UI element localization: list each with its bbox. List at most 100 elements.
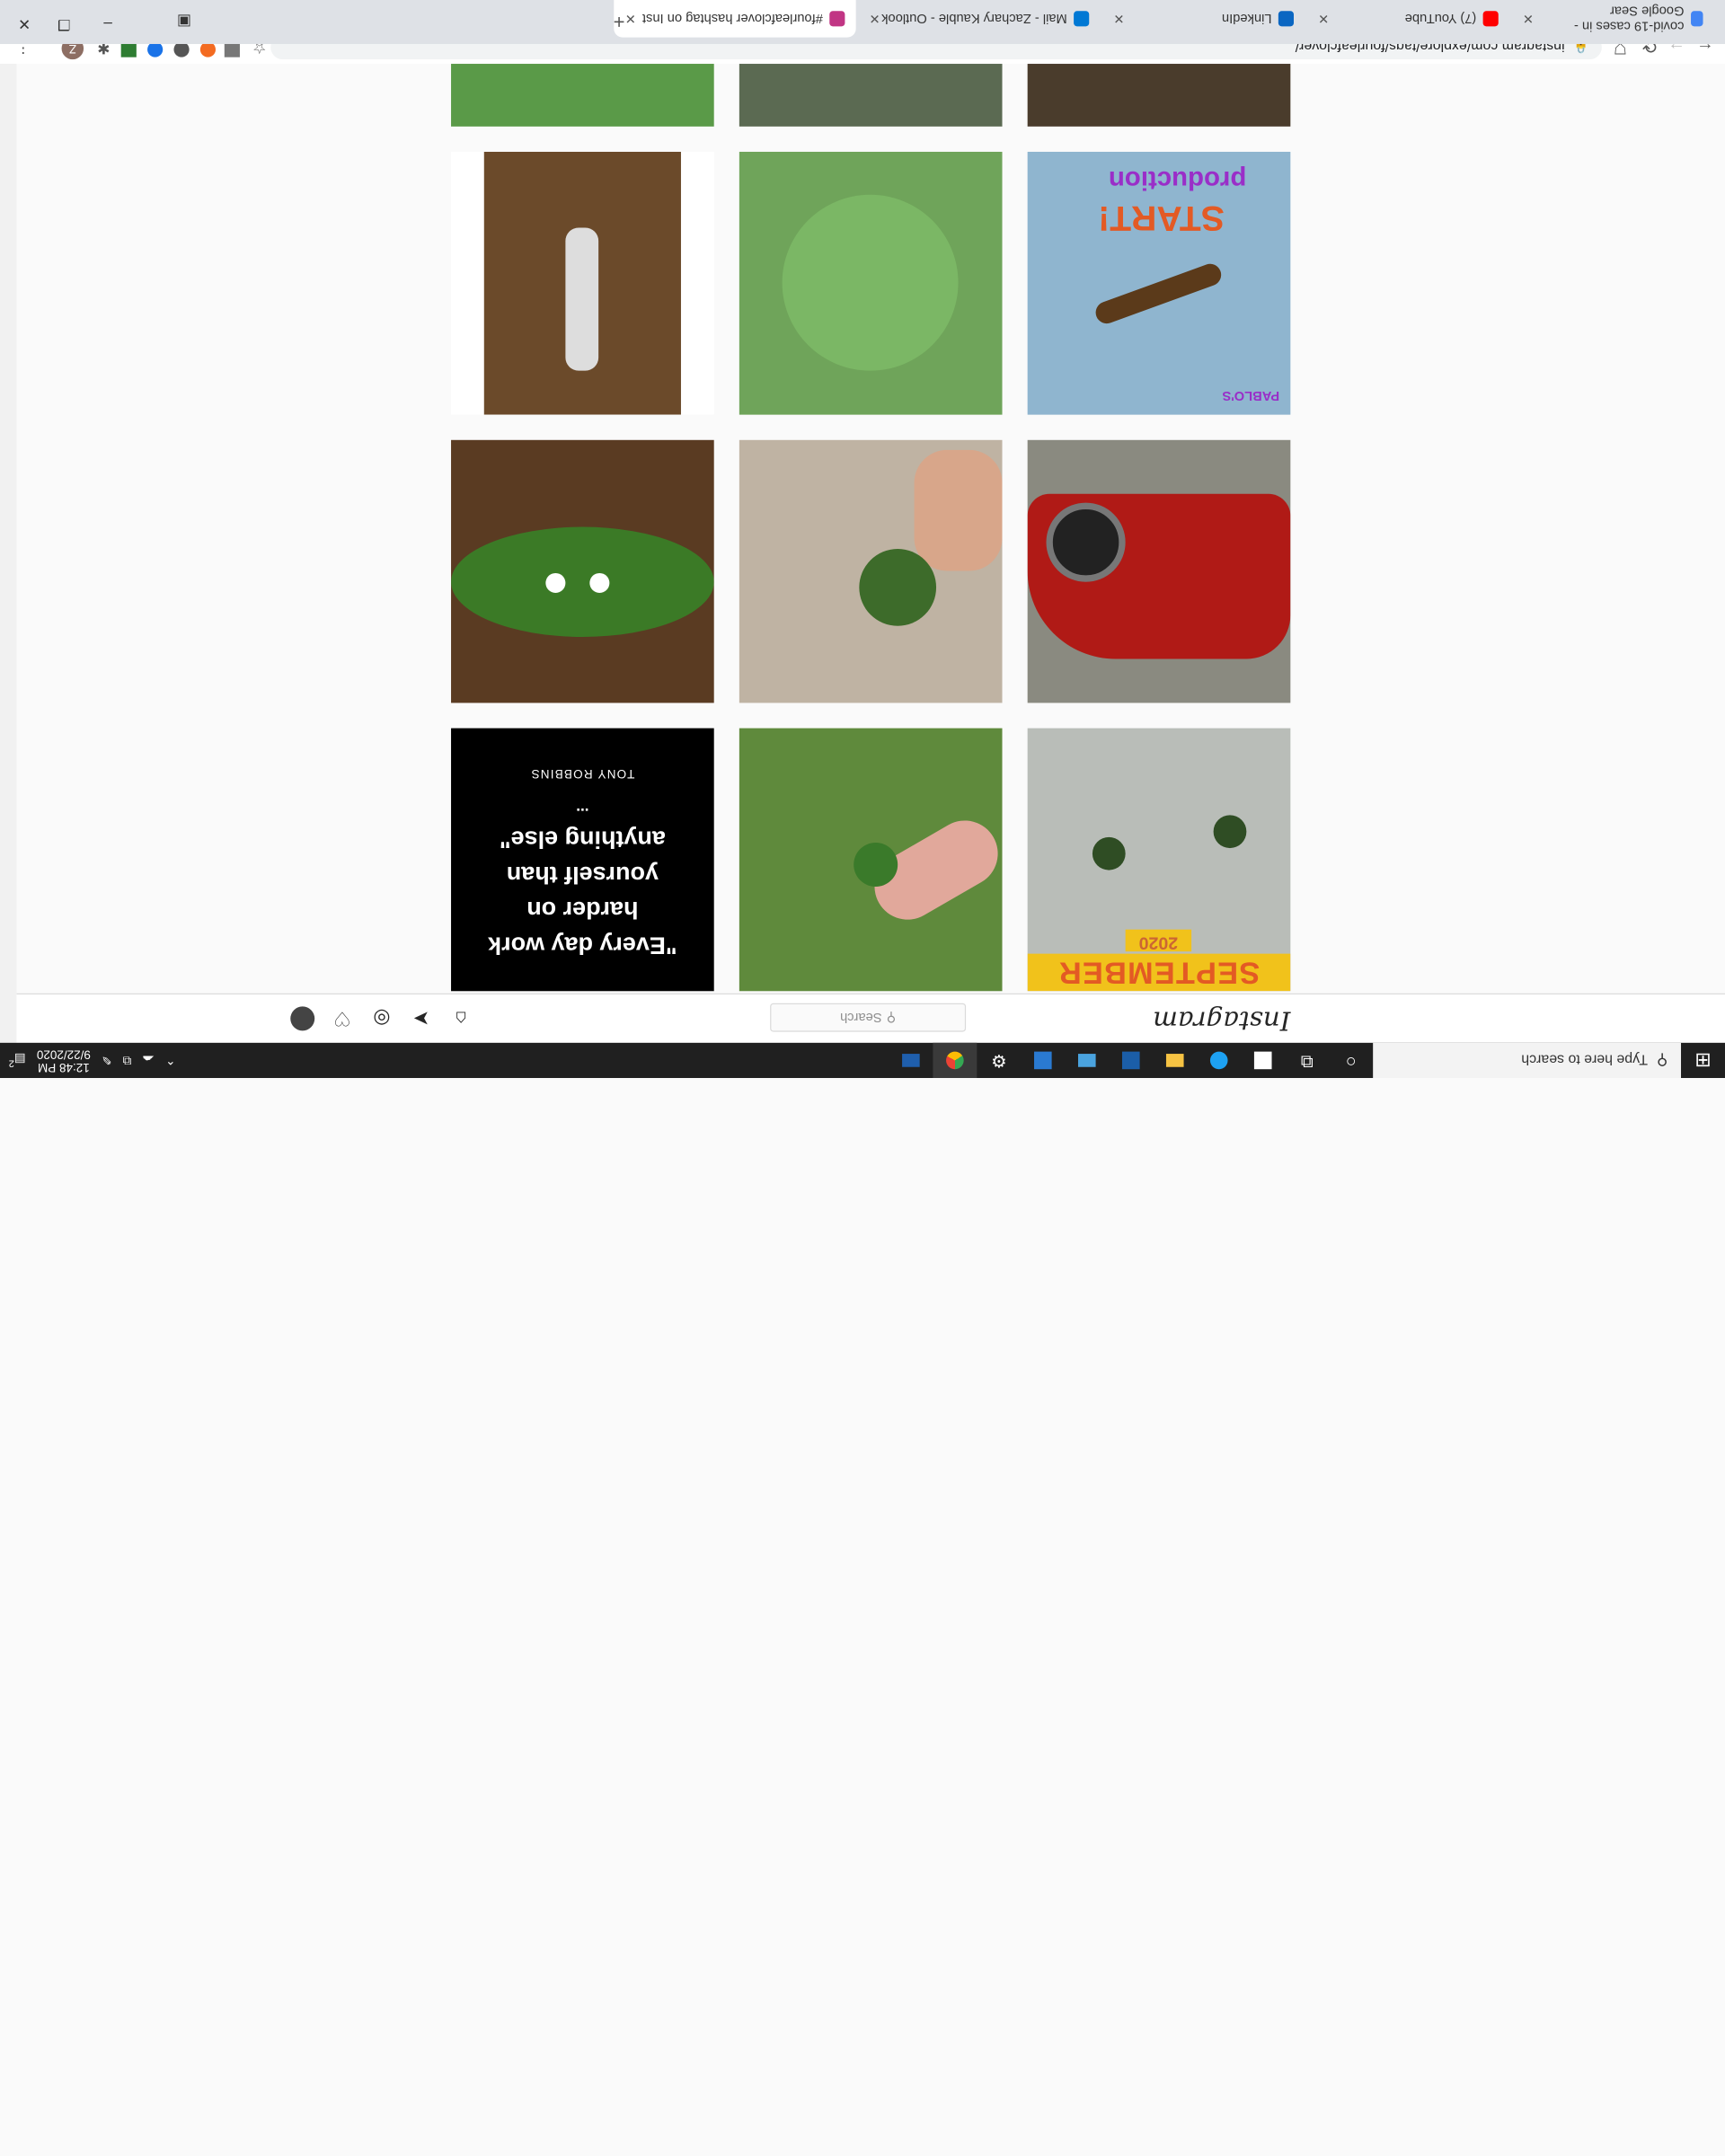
post-tile[interactable] bbox=[1027, 439, 1291, 703]
tab-title: Mail - Zachary Kauble - Outlook bbox=[881, 11, 1067, 27]
windows-start-icon[interactable]: ⊞ bbox=[1681, 1043, 1725, 1078]
windows-taskbar: ⊞ ⚲ Type here to search ○ ⧉ ⚙ ⌃ ☁ ⧉ ✎ 12… bbox=[0, 1042, 1725, 1078]
post-tile[interactable] bbox=[451, 64, 714, 127]
extension-icon[interactable] bbox=[199, 41, 216, 57]
taskbar-search-placeholder: Type here to search bbox=[1521, 1052, 1648, 1069]
minimize-icon[interactable]: – bbox=[103, 15, 112, 33]
taskbar-search-input[interactable]: ⚲ Type here to search bbox=[1373, 1042, 1682, 1078]
cloud-icon[interactable]: ☁ bbox=[142, 1053, 154, 1067]
instagram-header: Instagram ⚲ Search ⌂ ➤ ◎ ♡ bbox=[16, 993, 1725, 1043]
year-label: 2020 bbox=[1125, 929, 1192, 952]
close-tab-icon[interactable]: ✕ bbox=[869, 11, 880, 26]
close-tab-icon[interactable]: ✕ bbox=[1318, 11, 1329, 26]
post-tile[interactable] bbox=[739, 728, 1003, 992]
pablo-label: PABLO'S bbox=[1222, 388, 1280, 404]
direct-message-icon[interactable]: ➤ bbox=[410, 1006, 434, 1030]
chrome-icon[interactable] bbox=[933, 1042, 978, 1078]
post-tile[interactable]: PABLO'S START! production bbox=[1027, 151, 1291, 415]
quote-author: TONY ROBBINS bbox=[530, 767, 635, 781]
pen-icon[interactable]: ✎ bbox=[102, 1053, 111, 1067]
clover-shape bbox=[859, 549, 937, 626]
search-icon: ⚲ bbox=[1656, 1052, 1668, 1070]
store-icon[interactable] bbox=[1021, 1043, 1065, 1078]
quote-text: "Every day work harder on yourself than … bbox=[488, 826, 677, 960]
post-tile[interactable] bbox=[1027, 64, 1291, 127]
notification-count-badge: 2 bbox=[8, 1057, 14, 1069]
chevron-up-icon[interactable]: ⌃ bbox=[165, 1053, 175, 1067]
instagram-logo[interactable]: Instagram bbox=[1153, 1005, 1290, 1036]
task-view-icon[interactable]: ⧉ bbox=[1285, 1043, 1329, 1078]
clock-date: 9/22/2020 bbox=[36, 1047, 91, 1061]
close-tab-icon[interactable]: ✕ bbox=[1523, 11, 1534, 26]
tab-active[interactable]: #fourleafclover hashtag on Inst ✕ bbox=[614, 0, 856, 38]
clover-shape bbox=[1213, 815, 1247, 849]
activity-heart-icon[interactable]: ♡ bbox=[330, 1006, 354, 1030]
person-shape bbox=[565, 227, 599, 371]
tab[interactable]: LinkedIn ✕ bbox=[1102, 0, 1305, 38]
september-banner: SEPTEMBER bbox=[1027, 953, 1291, 992]
post-tile[interactable]: SEPTEMBER 2020 bbox=[1027, 728, 1291, 992]
photoshop-icon[interactable] bbox=[1109, 1043, 1153, 1078]
clover-shape bbox=[1092, 836, 1126, 870]
quote-dots: ... bbox=[576, 805, 589, 824]
notification-center-icon[interactable]: ▤2 bbox=[9, 1052, 26, 1069]
tab-title: covid-19 cases in - Google Sear bbox=[1573, 3, 1685, 34]
instagram-search-input[interactable]: ⚲ Search bbox=[770, 1003, 967, 1032]
notes-icon[interactable] bbox=[1241, 1043, 1285, 1078]
linkedin-favicon-icon bbox=[1278, 11, 1294, 27]
taskbar-clock[interactable]: 12:48 PM 9/22/2020 bbox=[37, 1047, 91, 1074]
settings-icon[interactable]: ⚙ bbox=[977, 1043, 1021, 1078]
close-tab-icon[interactable]: ✕ bbox=[625, 11, 636, 26]
extension-icon[interactable] bbox=[147, 41, 164, 57]
explore-icon[interactable]: ◎ bbox=[369, 1006, 394, 1030]
leaf-shape bbox=[451, 526, 714, 637]
post-tile[interactable] bbox=[451, 439, 714, 703]
wheel-shape bbox=[1046, 502, 1126, 582]
close-tab-icon[interactable]: ✕ bbox=[1113, 11, 1124, 26]
tab-title: LinkedIn bbox=[1221, 11, 1272, 27]
photos-icon[interactable] bbox=[1065, 1043, 1109, 1078]
extension-icon[interactable] bbox=[173, 41, 190, 57]
page-viewport: Instagram ⚲ Search ⌂ ➤ ◎ ♡ SEPTEMBER 202… bbox=[16, 64, 1725, 1043]
post-tile[interactable] bbox=[739, 439, 1003, 703]
finger-shape bbox=[914, 449, 1003, 571]
post-tile[interactable] bbox=[451, 151, 714, 415]
post-tile[interactable] bbox=[739, 64, 1003, 127]
home-icon[interactable]: ⌂ bbox=[449, 1006, 473, 1030]
search-icon: ⚲ bbox=[886, 1010, 897, 1026]
tab[interactable]: (7) YouTube ✕ bbox=[1307, 0, 1509, 38]
outlook-favicon-icon bbox=[1074, 11, 1090, 27]
avatar[interactable] bbox=[290, 1006, 315, 1031]
page-scrollbar[interactable] bbox=[0, 64, 17, 1043]
restore-icon[interactable]: ❐ bbox=[58, 15, 70, 32]
search-placeholder: Search bbox=[840, 1010, 882, 1026]
network-icon[interactable]: ⧉ bbox=[123, 1053, 132, 1068]
clock-time: 12:48 PM bbox=[38, 1060, 90, 1074]
close-window-icon[interactable]: ✕ bbox=[18, 14, 31, 33]
production-label: production bbox=[1108, 164, 1247, 195]
mail-icon[interactable] bbox=[889, 1043, 933, 1078]
tab-title: (7) YouTube bbox=[1404, 11, 1477, 27]
branch-shape bbox=[1092, 261, 1225, 327]
clover-shape bbox=[782, 194, 959, 371]
cortana-icon[interactable]: ○ bbox=[1329, 1043, 1373, 1078]
instagram-favicon-icon bbox=[829, 11, 845, 27]
tab-search-icon[interactable]: ▣ bbox=[177, 12, 191, 31]
tab[interactable]: covid-19 cases in - Google Sear ✕ bbox=[1511, 0, 1713, 38]
earring-shape bbox=[589, 572, 610, 593]
extension-icon[interactable] bbox=[120, 41, 137, 57]
tab[interactable]: Mail - Zachary Kauble - Outlook ✕ bbox=[858, 0, 1100, 38]
tab-title: #fourleafclover hashtag on Inst bbox=[641, 11, 823, 27]
start-label: START! bbox=[1098, 199, 1225, 239]
google-favicon-icon bbox=[1690, 11, 1703, 27]
extension-icon[interactable] bbox=[224, 41, 240, 57]
new-tab-button[interactable]: + bbox=[614, 10, 625, 32]
earring-shape bbox=[545, 572, 566, 593]
edge-icon[interactable] bbox=[1197, 1043, 1241, 1078]
post-tile-quote[interactable]: "Every day work harder on yourself than … bbox=[451, 728, 714, 992]
post-tile[interactable] bbox=[739, 151, 1003, 415]
tab-strip: covid-19 cases in - Google Sear ✕ (7) Yo… bbox=[0, 0, 1725, 44]
file-explorer-icon[interactable] bbox=[1153, 1043, 1197, 1078]
clover-shape bbox=[854, 842, 898, 887]
youtube-favicon-icon bbox=[1482, 11, 1499, 27]
